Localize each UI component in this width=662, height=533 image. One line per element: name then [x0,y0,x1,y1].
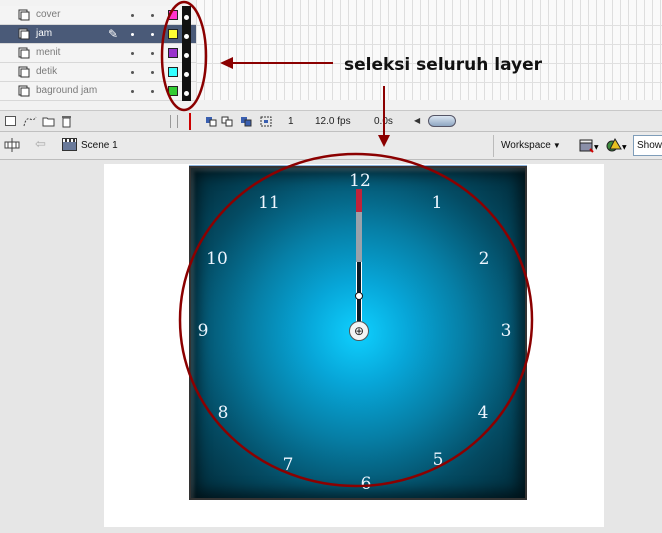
clock-number: 3 [500,321,512,341]
current-frame: 1 [288,116,294,127]
timeline-panel: cover jam ✎ menit detik baground jam [0,0,662,110]
keyframe-cell[interactable] [182,63,191,82]
layer-icon [18,9,30,21]
outline-color-swatch[interactable] [168,29,178,39]
hour-hand-tip[interactable] [356,189,362,213]
frame-rate: 12.0 fps [315,116,351,127]
back-arrow-icon[interactable]: ⇦ [35,137,46,152]
layer-row-baground-jam[interactable]: baground jam [0,82,196,101]
scroll-left-icon[interactable]: ◀ [414,116,420,125]
layer-icon [18,47,30,59]
annotation-text: seleksi seluruh layer [344,55,543,75]
keyframe-cell[interactable] [182,6,191,25]
clock-number: 6 [360,474,372,494]
outline-color-swatch[interactable] [168,86,178,96]
visibility-dot[interactable] [131,14,134,17]
clock-number: 7 [282,455,294,475]
timeline-scroll-thumb[interactable] [428,115,456,127]
clock-number: 5 [432,450,444,470]
keyframe-cell[interactable] [182,44,191,63]
outline-color-swatch[interactable] [168,10,178,20]
transform-point[interactable] [355,292,363,300]
layer-row-jam[interactable]: jam ✎ [0,25,196,44]
outline-color-swatch[interactable] [168,67,178,77]
caret-down-icon: ▼ [552,141,561,150]
lock-dot[interactable] [151,71,154,74]
edit-symbols-icon[interactable] [606,137,622,153]
folder-icon[interactable] [42,116,55,127]
lock-dot[interactable] [151,14,154,17]
scene-label[interactable]: Scene 1 [81,140,118,151]
lock-dot[interactable] [151,33,154,36]
layer-name: cover [36,9,61,20]
visibility-dot[interactable] [131,71,134,74]
edit-bar: ⇦ Scene 1 Workspace ▼ ▼ ▼ Show [0,132,662,160]
trash-icon[interactable] [61,115,72,128]
clock-number: 10 [206,249,228,269]
zoom-select[interactable]: Show [633,135,662,156]
clock-number: 8 [217,403,229,423]
layer-row-cover[interactable]: cover [0,6,196,25]
layer-icon [18,28,30,40]
onion-outline-icon[interactable] [240,116,252,127]
frame-grid[interactable] [196,0,662,100]
clock-number: 12 [349,171,371,191]
flash-editor-window: cover jam ✎ menit detik baground jam 1 1… [0,0,662,533]
workspace-button[interactable]: Workspace ▼ [493,135,567,157]
divider [170,115,178,128]
layer-name: baground jam [36,85,98,96]
visibility-dot[interactable] [131,90,134,93]
outline-color-swatch[interactable] [168,48,178,58]
visibility-dot[interactable] [131,33,134,36]
pencil-icon: ✎ [108,27,119,41]
playhead-marker[interactable] [189,113,191,130]
keyframe-cell[interactable] [182,25,191,44]
elapsed-time: 0.0s [374,116,393,127]
hour-hand-mid[interactable] [356,212,362,264]
lock-dot[interactable] [151,90,154,93]
insert-layer-icon[interactable] [5,116,16,126]
clock-number: 9 [197,321,209,341]
registration-point-icon[interactable]: ⊕ [349,321,369,341]
selection-edge [189,165,527,166]
timeline-toggle-icon[interactable] [4,138,20,152]
layer-name: detik [36,66,58,77]
clock-number: 11 [258,193,280,213]
timeline-status-bar: 1 12.0 fps 0.0s ◀ [0,110,662,132]
layer-row-menit[interactable]: menit [0,44,196,63]
edit-multiple-frames-icon[interactable] [260,116,272,127]
workspace-label: Workspace [501,140,551,151]
motion-guide-icon[interactable] [22,115,38,128]
onion-skin-icon[interactable] [221,116,233,127]
keyframe-cell[interactable] [182,82,191,101]
caret-down-icon: ▼ [622,144,627,151]
edit-scene-icon[interactable] [578,137,594,153]
layer-icon [18,66,30,78]
layer-icon [18,85,30,97]
scene-clapper-icon [62,138,77,151]
layer-name: jam [36,28,53,39]
layer-name: menit [36,47,61,58]
clock-number: 2 [478,249,490,269]
clock-number: 4 [477,403,489,423]
lock-dot[interactable] [151,52,154,55]
layer-row-detik[interactable]: detik [0,63,196,82]
center-frame-icon[interactable] [205,116,217,127]
caret-down-icon: ▼ [594,144,599,151]
visibility-dot[interactable] [131,52,134,55]
clock-number: 1 [431,193,443,213]
